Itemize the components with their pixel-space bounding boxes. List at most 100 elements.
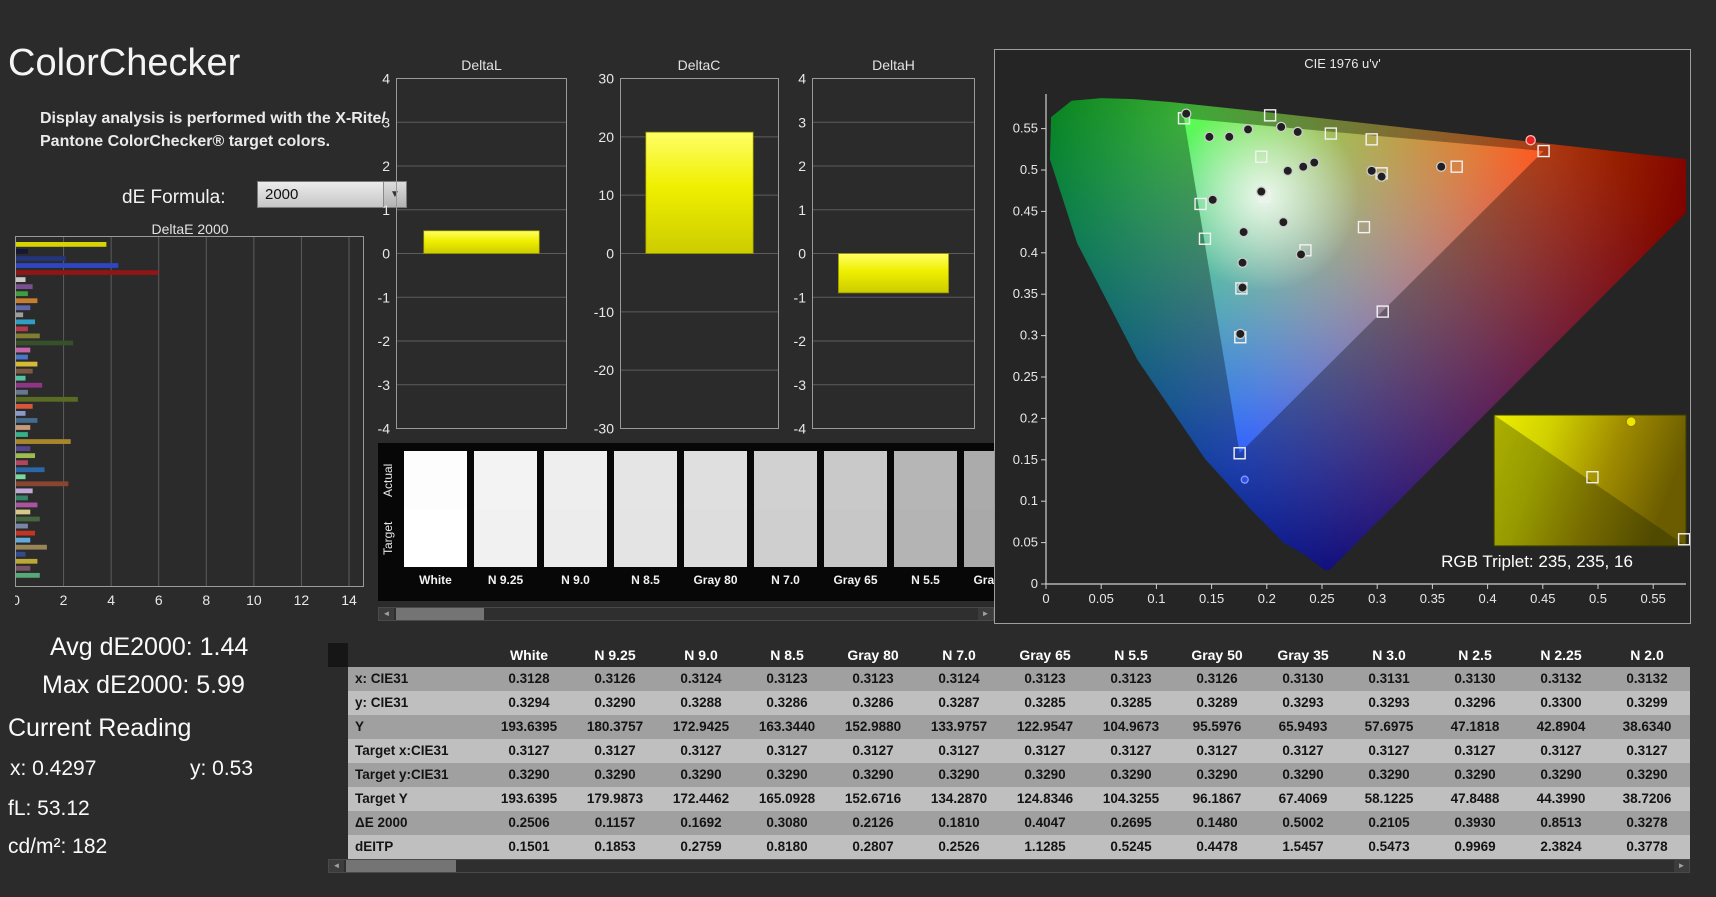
table-cell: 0.3290 [1088, 763, 1174, 787]
swatch-label: N 5.5 [894, 573, 957, 587]
cie-measurement-marker [1283, 166, 1292, 175]
cie-diagram: 00.050.10.150.20.250.30.350.40.450.50.55… [995, 50, 1690, 623]
table-cell: 0.3080 [744, 811, 830, 835]
colorchecker-window: ColorChecker Display analysis is perform… [0, 0, 1716, 897]
table-cell: 165.0928 [744, 787, 830, 811]
table-cell: 104.3255 [1088, 787, 1174, 811]
table-row-label: ΔE 2000 [348, 811, 486, 835]
scroll-left-button[interactable]: ◄ [379, 608, 394, 620]
table-cell: 0.3123 [744, 667, 830, 691]
svg-text:10: 10 [598, 187, 614, 203]
table-scrollbar[interactable]: ◄ ► [328, 859, 1690, 873]
cie-measurement-marker [1377, 172, 1386, 181]
svg-text:3: 3 [798, 114, 806, 130]
swatch-actual [474, 451, 537, 509]
table-cell: 172.4462 [658, 787, 744, 811]
svg-text:12: 12 [294, 592, 310, 608]
swatch-target [404, 509, 467, 567]
deltae2000-chart: 02468101214 [15, 236, 367, 610]
table-cell: 0.3290 [486, 763, 572, 787]
cie-measurement-marker [1293, 127, 1302, 136]
table-cell: 0.3123 [1088, 667, 1174, 691]
scrollbar-track[interactable] [344, 860, 1674, 872]
table-cell: 0.3123 [1002, 667, 1088, 691]
table-cell: 172.9425 [658, 715, 744, 739]
table-cell: 163.3440 [744, 715, 830, 739]
svg-text:0: 0 [15, 592, 20, 608]
scroll-thumb[interactable] [396, 608, 484, 620]
swatch-label: Gray 80 [684, 573, 747, 587]
swatch-label: N 9.0 [544, 573, 607, 587]
svg-text:0.55: 0.55 [1013, 121, 1038, 136]
table-cell: 0.3127 [486, 739, 572, 763]
swatch: White [404, 451, 467, 587]
table-cell: 0.3293 [1346, 691, 1432, 715]
table-cell: 0.3285 [1002, 691, 1088, 715]
swatch: N 8.5 [614, 451, 677, 587]
scroll-right-button[interactable]: ► [1674, 860, 1689, 872]
swatch-target [684, 509, 747, 567]
table-cell: 0.3290 [744, 763, 830, 787]
table-row-label: Target x:CIE31 [348, 739, 486, 763]
svg-text:-1: -1 [378, 289, 391, 305]
deltac-chart: 3020100-10-20-30 [576, 72, 780, 444]
swatch-label: Gray 50 [964, 573, 994, 587]
table-cell: 0.3126 [1174, 667, 1260, 691]
table-cell: 134.2870 [916, 787, 1002, 811]
current-reading-label: Current Reading [8, 714, 191, 743]
table-cell: 0.3300 [1518, 691, 1604, 715]
table-cell: 0.2126 [830, 811, 916, 835]
cie-measurement-marker [1257, 187, 1266, 196]
svg-text:-2: -2 [378, 333, 391, 349]
table-cell: 0.2526 [916, 835, 1002, 859]
table-column-header: N 9.25 [572, 643, 658, 667]
cie-diagram-panel: 00.050.10.150.20.250.30.350.40.450.50.55… [994, 49, 1691, 624]
svg-text:0.35: 0.35 [1420, 591, 1445, 606]
svg-text:20: 20 [598, 129, 614, 145]
svg-text:1: 1 [382, 202, 390, 218]
table-cell: 0.3290 [1604, 763, 1690, 787]
swatch: Gray 50 [964, 451, 994, 587]
swatch-target [614, 509, 677, 567]
svg-text:0: 0 [606, 246, 614, 262]
cie-measurement-marker [1277, 122, 1286, 131]
cie-measurement-marker [1296, 250, 1305, 259]
table-cell: 104.9673 [1088, 715, 1174, 739]
table-cell: 0.3127 [658, 739, 744, 763]
svg-text:0.2: 0.2 [1020, 410, 1038, 425]
svg-text:0.25: 0.25 [1309, 591, 1334, 606]
table-cell: 0.3294 [486, 691, 572, 715]
scrollbar-track[interactable] [394, 608, 978, 620]
table-row-label: Target Y [348, 787, 486, 811]
table-cell: 0.3290 [1346, 763, 1432, 787]
swatch-label: N 8.5 [614, 573, 677, 587]
scroll-right-button[interactable]: ► [978, 608, 993, 620]
swatch: Gray 80 [684, 451, 747, 587]
svg-text:-3: -3 [794, 377, 807, 393]
swatch-scrollbar[interactable]: ◄ ► [378, 607, 994, 621]
table-cell: 124.8346 [1002, 787, 1088, 811]
reading-x: x: 0.4297 [10, 757, 96, 781]
scroll-left-button[interactable]: ◄ [329, 860, 344, 872]
svg-text:2: 2 [798, 158, 806, 174]
scroll-thumb[interactable] [346, 860, 456, 872]
table-cell: 0.3124 [658, 667, 744, 691]
rgb-triplet-label: RGB Triplet: 235, 235, 16 [1391, 552, 1683, 572]
svg-text:3: 3 [382, 114, 390, 130]
cie-measurement-marker [1205, 132, 1214, 141]
swatch-label: White [404, 573, 467, 587]
table-cell: 193.6395 [486, 787, 572, 811]
svg-text:-20: -20 [594, 362, 614, 378]
table-cell: 152.9880 [830, 715, 916, 739]
table-row-label: dEITP [348, 835, 486, 859]
table-cell: 0.3127 [1260, 739, 1346, 763]
table-cell: 179.9873 [572, 787, 658, 811]
swatch-target [474, 509, 537, 567]
table-row-label: Y [348, 715, 486, 739]
svg-text:0.55: 0.55 [1641, 591, 1666, 606]
cie-measurement-marker [1182, 109, 1191, 118]
table-cell: 0.3290 [830, 763, 916, 787]
description-line-2: Pantone ColorChecker® target colors. [40, 133, 330, 151]
table-cell: 65.9493 [1260, 715, 1346, 739]
table-cell: 0.3132 [1604, 667, 1690, 691]
